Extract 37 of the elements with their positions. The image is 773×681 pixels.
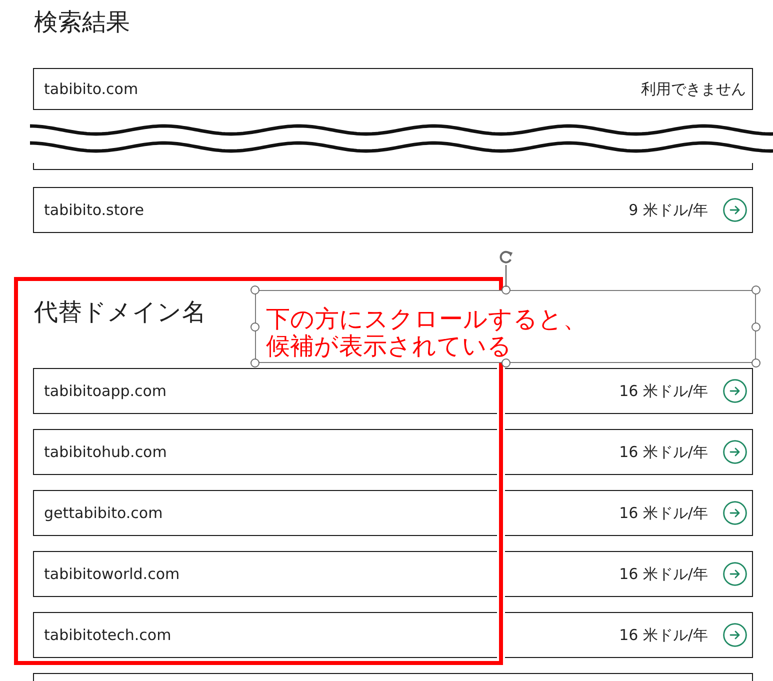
price-text: 16 米ドル/年 (619, 442, 708, 462)
domain-row[interactable]: tabibito.store 9 米ドル/年 (33, 187, 753, 233)
arrow-circle-icon[interactable] (723, 501, 747, 525)
availability-status: 利用できません (641, 80, 746, 98)
domain-name: gettabibito.com (44, 504, 164, 522)
resize-handle[interactable] (752, 358, 760, 368)
resize-handle[interactable] (752, 286, 760, 294)
price-text: 9 米ドル/年 (628, 200, 708, 220)
domain-name: tabibitotech.com (44, 626, 172, 644)
annotation-text: 下の方にスクロールすると、候補が表示されている (266, 306, 588, 360)
resize-handle[interactable] (250, 358, 260, 368)
domain-name: tabibitoworld.com (44, 565, 181, 583)
arrow-circle-icon[interactable] (723, 440, 747, 464)
arrow-circle-icon[interactable] (723, 562, 747, 586)
arrow-circle-icon[interactable] (723, 198, 747, 222)
arrow-circle-icon[interactable] (723, 623, 747, 647)
price-text: 16 米ドル/年 (619, 504, 708, 522)
domain-name: tabibito.com (44, 80, 140, 98)
domain-row[interactable]: tabibitoapp.com 16 米ドル/年 (33, 368, 753, 414)
domain-row[interactable]: tabibitohub.com 16 米ドル/年 (33, 429, 753, 475)
section-heading: 代替ドメイン名 (34, 297, 206, 327)
rotate-handle-icon[interactable] (498, 250, 514, 288)
domain-row[interactable]: tabibitoworld.com 16 米ドル/年 (33, 551, 753, 597)
arrow-circle-icon[interactable] (723, 379, 747, 403)
domain-name: tabibitohub.com (44, 443, 168, 461)
annotation-text-box[interactable]: 下の方にスクロールすると、候補が表示されている (255, 290, 756, 363)
price-text: 16 米ドル/年 (619, 564, 708, 584)
resize-handle[interactable] (250, 322, 260, 331)
price-text: 16 米ドル/年 (619, 382, 708, 400)
domain-row[interactable]: tabibito.com 利用できません (33, 68, 753, 110)
resize-handle[interactable] (250, 286, 260, 294)
domain-row[interactable]: gettabibito.com 16 米ドル/年 (33, 490, 753, 536)
price-text: 16 米ドル/年 (619, 626, 708, 644)
domain-name: tabibitoapp.com (44, 382, 168, 400)
domain-name: tabibito.store (44, 201, 145, 219)
domain-row[interactable]: tabibitotech.com 16 米ドル/年 (33, 612, 753, 658)
section-heading: 検索結果 (34, 7, 130, 37)
